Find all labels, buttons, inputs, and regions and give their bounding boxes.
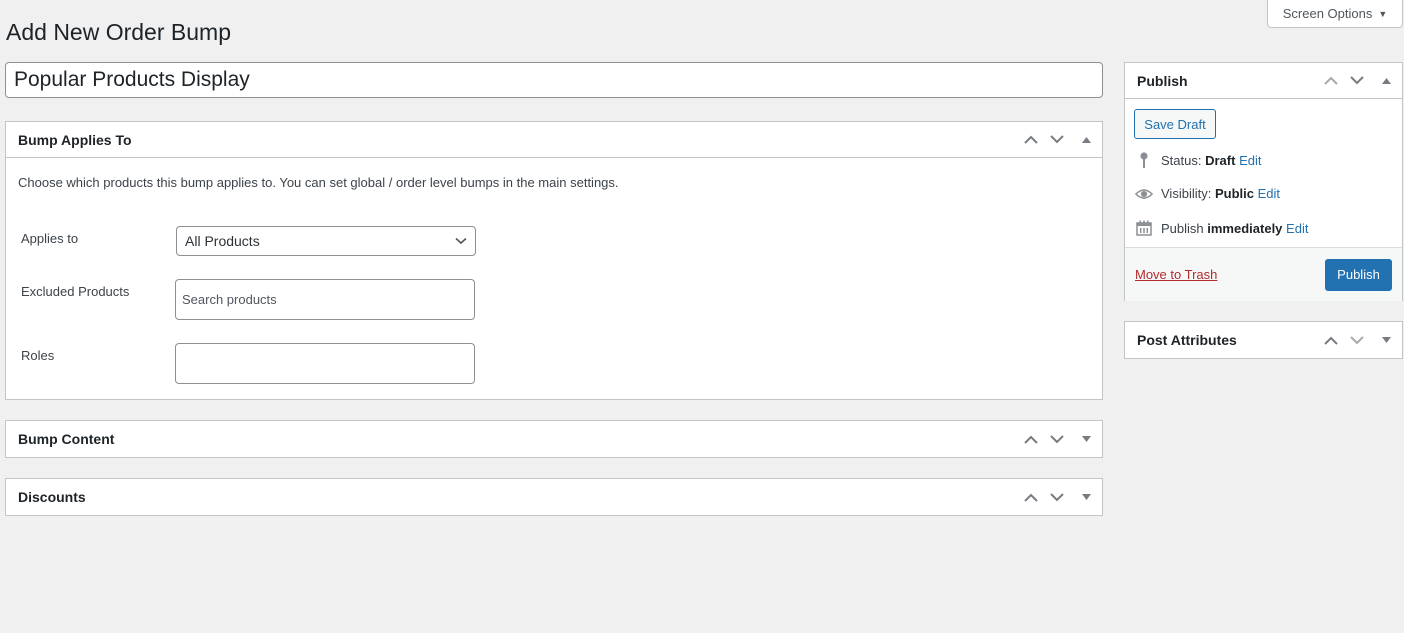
save-draft-button[interactable]: Save Draft	[1134, 109, 1216, 139]
eye-icon	[1135, 188, 1153, 200]
publish-body: Save Draft Status: Draft Edit Visibility…	[1125, 99, 1402, 301]
move-up-button[interactable]	[1018, 421, 1044, 457]
screen-options-label: Screen Options	[1282, 6, 1373, 21]
chevron-up-icon	[1024, 135, 1038, 144]
excluded-products-label: Excluded Products	[21, 284, 130, 299]
bump-content-box: Bump Content	[5, 420, 1103, 458]
toggle-panel-button[interactable]	[1070, 122, 1102, 158]
triangle-down-icon	[1381, 337, 1391, 343]
postbox-header: Publish	[1125, 63, 1402, 99]
move-up-button[interactable]	[1318, 322, 1344, 358]
toggle-panel-button[interactable]	[1070, 479, 1102, 515]
postbox-header[interactable]: Post Attributes	[1125, 322, 1402, 358]
chevron-up-icon	[1024, 493, 1038, 502]
visibility-value: Public	[1214, 186, 1254, 201]
publish-time-value: immediately	[1207, 220, 1283, 236]
roles-input[interactable]	[175, 343, 475, 384]
postbox-header: Bump Applies To	[6, 122, 1102, 158]
move-to-trash-link[interactable]: Move to Trash	[1135, 267, 1217, 282]
post-title-input[interactable]	[5, 62, 1103, 98]
status-label: Status:	[1161, 152, 1202, 168]
triangle-down-icon	[1081, 436, 1091, 442]
edit-visibility-link[interactable]: Edit	[1258, 186, 1280, 201]
visibility-row: Visibility: Public Edit	[1135, 186, 1280, 201]
postbox-header[interactable]: Discounts	[6, 479, 1102, 515]
bump-applies-to-content: Choose which products this bump applies …	[6, 175, 1102, 190]
publish-button[interactable]: Publish	[1325, 258, 1392, 291]
chevron-down-icon	[455, 237, 467, 245]
visibility-label: Visibility:	[1161, 186, 1212, 201]
move-down-button[interactable]	[1044, 122, 1070, 158]
pin-icon	[1135, 152, 1153, 168]
discounts-title: Discounts	[18, 489, 86, 505]
publish-time-row: Publish immediately Edit	[1135, 220, 1308, 236]
publish-actions: Move to Trash Publish	[1125, 247, 1402, 301]
chevron-up-icon	[1324, 76, 1338, 85]
move-up-button[interactable]	[1018, 122, 1044, 158]
handle-actions	[1318, 63, 1402, 98]
move-down-button[interactable]	[1044, 421, 1070, 457]
move-down-button[interactable]	[1344, 322, 1370, 358]
applies-to-label: Applies to	[21, 231, 79, 246]
chevron-down-icon	[1350, 76, 1364, 85]
publish-box: Publish Save Draft Status: Draft Edit Vi…	[1124, 62, 1403, 301]
publish-title: Publish	[1137, 72, 1188, 89]
bump-content-title: Bump Content	[18, 431, 115, 447]
caret-down-icon: ▼	[1378, 8, 1388, 19]
applies-to-select[interactable]: All Products	[176, 226, 476, 256]
edit-status-link[interactable]: Edit	[1239, 153, 1261, 168]
calendar-icon	[1135, 220, 1153, 236]
screen-options-button[interactable]: Screen Options ▼	[1267, 0, 1403, 28]
bump-applies-to-description: Choose which products this bump applies …	[18, 175, 619, 190]
toggle-panel-button[interactable]	[1370, 322, 1402, 358]
postbox-header[interactable]: Bump Content	[6, 421, 1102, 457]
chevron-up-icon	[1324, 336, 1338, 345]
status-row: Status: Draft Edit	[1135, 152, 1261, 168]
edit-publish-time-link[interactable]: Edit	[1286, 221, 1308, 236]
toggle-panel-button[interactable]	[1070, 421, 1102, 457]
page-title: Add New Order Bump	[6, 19, 231, 45]
chevron-down-icon	[1350, 335, 1364, 344]
move-down-button[interactable]	[1344, 63, 1370, 99]
bump-applies-to-title: Bump Applies To	[18, 131, 132, 148]
triangle-up-icon	[1081, 136, 1091, 143]
chevron-up-icon	[1024, 435, 1038, 444]
triangle-down-icon	[1081, 494, 1091, 500]
chevron-down-icon	[1050, 492, 1064, 501]
status-text: Status: Draft Edit	[1161, 153, 1261, 168]
handle-actions	[1318, 322, 1402, 358]
toggle-panel-button[interactable]	[1370, 63, 1402, 99]
post-attributes-box: Post Attributes	[1124, 321, 1403, 359]
publish-time-text: Publish immediately Edit	[1161, 221, 1308, 236]
move-up-button[interactable]	[1318, 63, 1344, 99]
triangle-up-icon	[1381, 77, 1391, 84]
handle-actions	[1018, 122, 1102, 157]
chevron-down-icon	[1050, 434, 1064, 443]
chevron-down-icon	[1050, 135, 1064, 144]
excluded-products-search-input[interactable]	[175, 279, 475, 320]
handle-actions	[1018, 479, 1102, 515]
move-down-button[interactable]	[1044, 479, 1070, 515]
visibility-text: Visibility: Public Edit	[1161, 186, 1280, 201]
bump-applies-to-box: Bump Applies To Choose which products th…	[5, 121, 1103, 400]
publish-time-label: Publish	[1161, 220, 1204, 236]
move-up-button[interactable]	[1018, 479, 1044, 515]
roles-label: Roles	[21, 348, 55, 363]
handle-actions	[1018, 421, 1102, 457]
applies-to-selected-value: All Products	[185, 233, 260, 249]
discounts-box: Discounts	[5, 478, 1103, 516]
post-attributes-title: Post Attributes	[1137, 332, 1237, 348]
status-value: Draft	[1205, 152, 1236, 168]
